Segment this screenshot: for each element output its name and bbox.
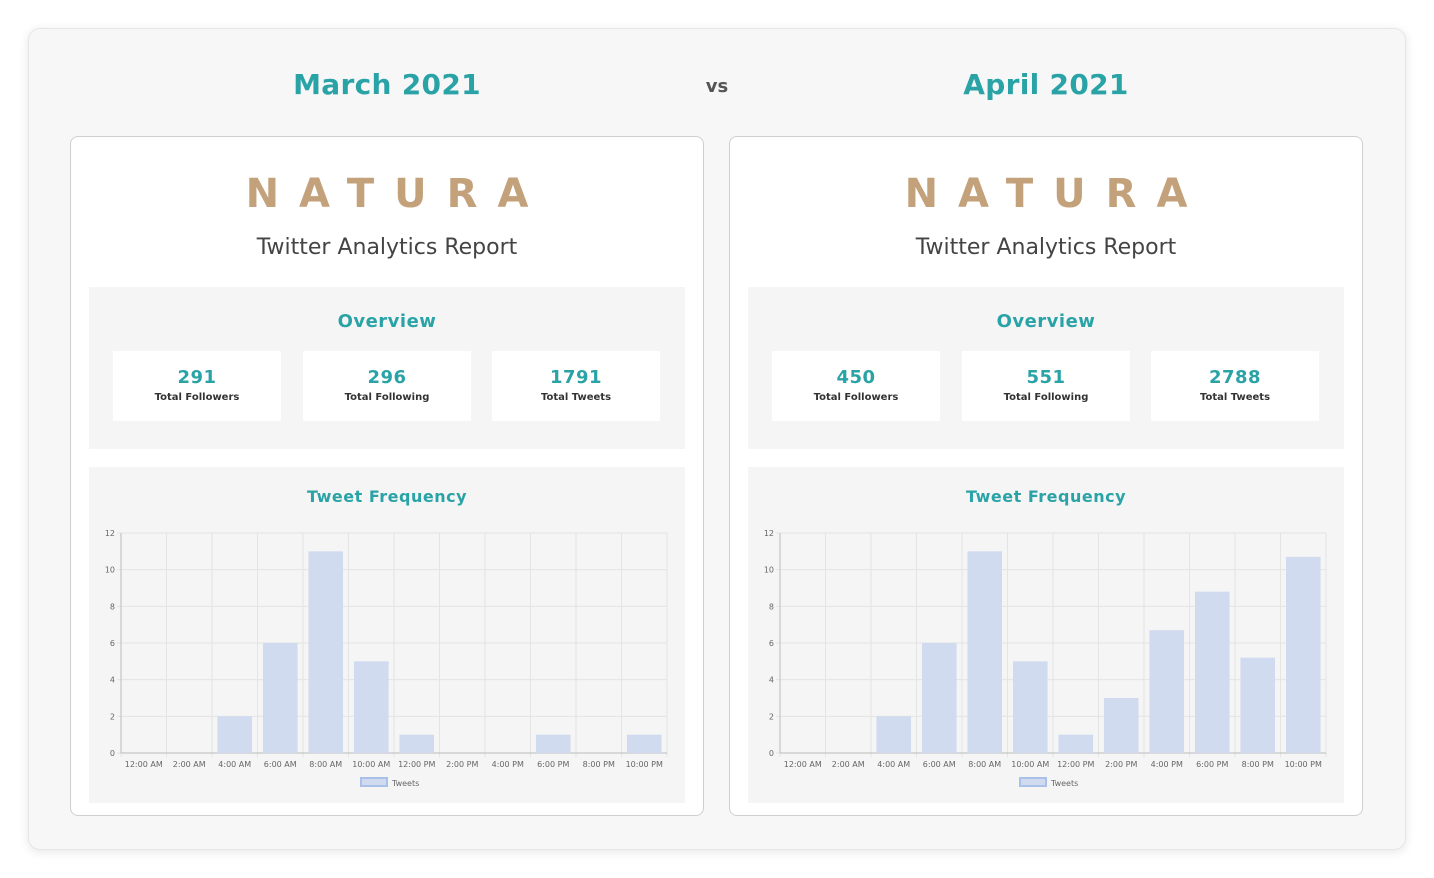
stat-label: Total Following [344,392,430,403]
stat-value: 2788 [1208,367,1262,388]
bar-10-00-am [1012,661,1048,753]
bar-2-00-pm [1103,698,1139,753]
bar-4-00-am [217,716,253,753]
report-title: Twitter Analytics Report [915,235,1177,260]
natura-logo: NATURA [904,171,1208,217]
stat-total-following: 296 Total Following [303,351,471,421]
stat-value: 1791 [549,367,603,388]
stat-total-tweets: 1791 Total Tweets [492,351,660,421]
stat-value: 450 [836,367,876,388]
x-tick-label: 10:00 AM [1011,760,1049,769]
x-tick-label: 2:00 PM [446,760,478,769]
y-tick-label: 4 [769,676,774,685]
bar-12-00-pm [1058,734,1094,753]
x-tick-label: 8:00 PM [1242,760,1274,769]
stat-label: Total Followers [154,392,240,403]
x-tick-label: 4:00 PM [1151,760,1183,769]
bar-6-00-am [921,643,957,753]
y-tick-label: 10 [105,566,115,575]
stat-total-followers: 291 Total Followers [113,351,281,421]
y-tick-label: 0 [769,749,774,758]
bar-6-00-pm [1194,591,1230,753]
x-tick-label: 4:00 PM [492,760,524,769]
legend-label: Tweets [391,779,419,788]
stat-label: Total Following [1003,392,1089,403]
y-tick-label: 4 [110,676,115,685]
y-tick-label: 12 [105,529,115,538]
x-tick-label: 4:00 AM [218,760,251,769]
bar-10-00-pm [626,734,662,753]
x-tick-label: 10:00 PM [626,760,663,769]
y-tick-label: 2 [110,712,115,721]
right-month-heading: April 2021 [963,68,1129,101]
x-tick-label: 8:00 AM [968,760,1001,769]
bar-6-00-pm [535,734,571,753]
tweet-frequency-chart: 0 2 4 6 8 10 12 12:00 AM 2:00 AM 4:00 AM 6:00 AM 8:… [105,529,668,788]
bar-8-00-pm [1240,657,1276,753]
stat-total-following: 551 Total Following [962,351,1130,421]
stat-total-followers: 450 Total Followers [772,351,940,421]
x-tick-label: 2:00 PM [1105,760,1137,769]
tweet-frequency-section: Tweet Frequency 0 2 4 6 8 10 12 12:00 AM 2:00 AM… [89,467,685,803]
y-tick-label: 0 [110,749,115,758]
stat-value: 291 [177,367,217,388]
x-tick-label: 6:00 AM [923,760,956,769]
stat-label: Total Tweets [540,392,612,403]
stat-value: 296 [367,367,407,388]
y-tick-label: 2 [769,712,774,721]
x-tick-label: 12:00 PM [1057,760,1094,769]
bar-4-00-am [876,716,912,753]
stat-total-tweets: 2788 Total Tweets [1151,351,1319,421]
overview-section: Overview 291 Total Followers 296 Total F… [89,287,685,449]
tweet-frequency-section: Tweet Frequency 0 2 4 6 8 10 12 12:00 AM 2:00 AM… [748,467,1344,803]
report-card-march: NATURA Twitter Analytics Report Overview… [70,136,704,816]
bar-8-00-am [308,551,344,753]
x-tick-label: 12:00 AM [125,760,163,769]
y-tick-label: 12 [764,529,774,538]
legend-swatch [360,777,388,787]
x-tick-label: 12:00 PM [398,760,435,769]
x-tick-label: 4:00 AM [877,760,910,769]
bar-10-00-pm [1285,556,1321,753]
overview-section: Overview 450 Total Followers 551 Total F… [748,287,1344,449]
stat-label: Total Followers [813,392,899,403]
x-tick-label: 2:00 AM [173,760,206,769]
x-tick-label: 6:00 PM [1196,760,1228,769]
overview-title: Overview [996,311,1096,332]
left-month-heading: March 2021 [293,68,481,101]
x-tick-label: 6:00 AM [264,760,297,769]
tweet-frequency-chart: 0 2 4 6 8 10 12 12:00 AM 2:00 AM 4:00 AM 6:00 AM 8:… [764,529,1327,788]
bar-12-00-pm [399,734,435,753]
legend-label: Tweets [1050,779,1078,788]
y-tick-label: 6 [110,639,115,648]
natura-logo: NATURA [245,171,549,217]
x-tick-label: 12:00 AM [784,760,822,769]
x-tick-label: 8:00 AM [309,760,342,769]
x-tick-label: 8:00 PM [583,760,615,769]
y-tick-label: 8 [110,602,115,611]
bar-4-00-pm [1149,630,1185,753]
report-card-april: NATURA Twitter Analytics Report Overview… [729,136,1363,816]
stat-value: 551 [1026,367,1066,388]
bar-6-00-am [262,643,298,753]
stat-label: Total Tweets [1199,392,1271,403]
y-tick-label: 8 [769,602,774,611]
x-tick-label: 2:00 AM [832,760,865,769]
overview-title: Overview [337,311,437,332]
x-tick-label: 6:00 PM [537,760,569,769]
y-tick-label: 10 [764,566,774,575]
x-tick-label: 10:00 PM [1285,760,1322,769]
legend-swatch [1019,777,1047,787]
report-title: Twitter Analytics Report [256,235,518,260]
vs-label: vs [705,76,729,97]
bar-10-00-am [353,661,389,753]
bar-8-00-am [967,551,1003,753]
x-tick-label: 10:00 AM [352,760,390,769]
y-tick-label: 6 [769,639,774,648]
